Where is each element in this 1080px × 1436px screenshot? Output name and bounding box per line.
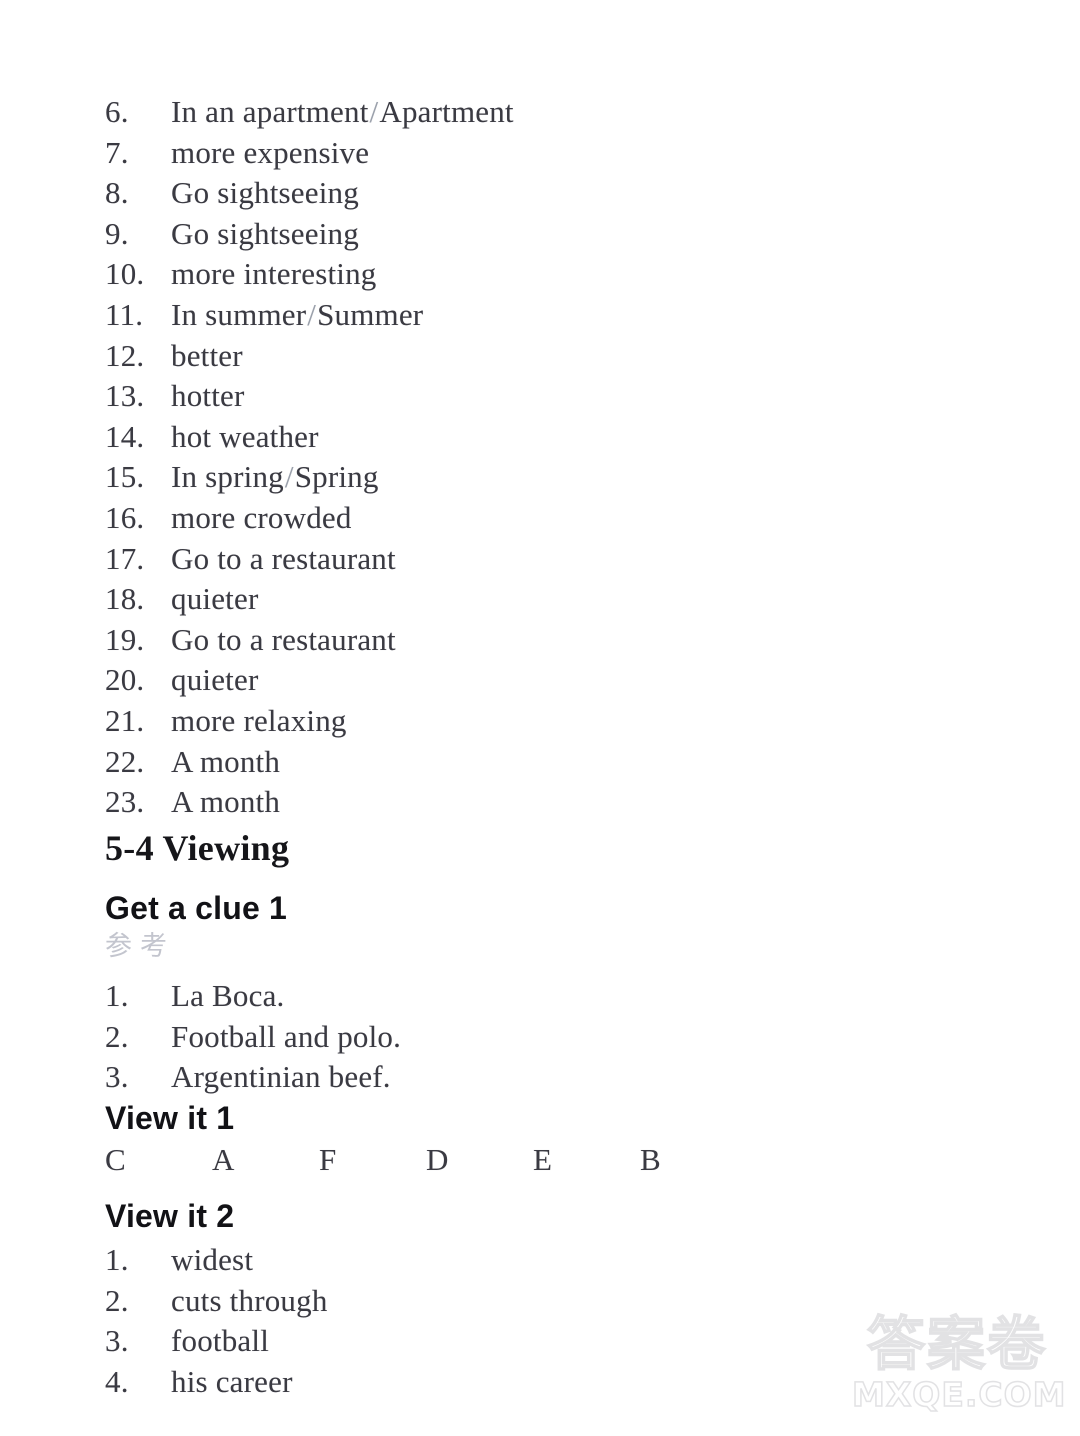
get-a-clue-answer-list: 1. La Boca. 2. Football and polo. 3. Argentin… [105, 976, 865, 1098]
answer-number: 11. [105, 296, 144, 332]
answer-number: 9. [105, 215, 129, 251]
answer-text: better [171, 337, 243, 373]
slash-separator: / [369, 94, 379, 129]
answer-text: cuts through [171, 1282, 328, 1318]
answer-row: 8. Go sightseeing [105, 173, 885, 214]
answer-row: 2. cuts through [105, 1281, 865, 1322]
answer-row: 1. La Boca. [105, 976, 865, 1017]
answer-text: Go to a restaurant [171, 540, 396, 576]
answer-number: 2. [105, 1018, 129, 1054]
answer-number: 7. [105, 134, 129, 170]
answer-text: Football and polo. [171, 1018, 402, 1054]
answer-row: 12. better [105, 336, 885, 377]
answer-text: his career [171, 1363, 293, 1399]
answer-text: more relaxing [171, 702, 347, 738]
watermark-domain-text: MXQE.COM [851, 1375, 1067, 1415]
answer-row: 17. Go to a restaurant [105, 539, 885, 580]
answer-text: Go to a restaurant [171, 621, 396, 657]
answer-row: 3. football [105, 1321, 865, 1362]
answer-text: hotter [171, 378, 245, 414]
subheading-get-a-clue-1: Get a clue 1 [105, 890, 288, 926]
watermark-cjk-text: 答案卷 [866, 1310, 1047, 1378]
answer-row: 23. A month [105, 782, 885, 823]
answer-number: 16. [105, 499, 145, 535]
answer-number: 10. [105, 256, 145, 292]
answer-row: 1. widest [105, 1240, 865, 1281]
answer-row: 13. hotter [105, 376, 885, 417]
answer-row: 10. more interesting [105, 254, 885, 295]
answer-number: 1. [105, 978, 129, 1013]
answer-number: 20. [105, 662, 145, 698]
subheading-view-it-2: View it 2 [105, 1198, 235, 1234]
answer-row: 9. Go sightseeing [105, 214, 885, 255]
section-heading-5-4-viewing: 5-4 Viewing [105, 828, 290, 868]
answer-number: 2. [105, 1282, 129, 1318]
answer-row: 22. A month [105, 742, 885, 783]
answer-row: 16. more crowded [105, 498, 885, 539]
answer-text: more interesting [171, 256, 377, 292]
slash-separator: / [307, 296, 317, 332]
answer-number: 22. [105, 743, 145, 779]
answer-text: widest [171, 1242, 254, 1277]
answer-text: Go sightseeing [171, 215, 359, 251]
answer-row: 20. quieter [105, 660, 885, 701]
answer-row: 3. Argentinian beef. [105, 1057, 865, 1098]
answer-number: 3. [105, 1059, 129, 1095]
answer-number: 3. [105, 1323, 129, 1359]
answer-text: Go sightseeing [171, 175, 359, 211]
answer-number: 14. [105, 418, 145, 454]
answer-row: 11. In summer/Summer [105, 295, 885, 336]
answer-row: 4. his career [105, 1362, 865, 1403]
view-it-1-letter: C [105, 1142, 126, 1177]
answer-number: 1. [105, 1242, 129, 1277]
answer-row: 6. In an apartment/Apartment [105, 92, 885, 133]
document-page: 6. In an apartment/Apartment 7. more expens… [0, 0, 1080, 1436]
answer-number: 12. [105, 337, 145, 373]
answer-number: 21. [105, 702, 145, 738]
get-a-clue-reference-note: 参考 [105, 931, 175, 962]
answer-text: hot weather [171, 418, 319, 454]
watermark: 答案卷 MXQE.COM [851, 1306, 1067, 1428]
answer-number: 8. [105, 175, 129, 211]
answer-number: 13. [105, 378, 145, 414]
view-it-1-letter: E [533, 1142, 552, 1177]
answer-text: Argentinian beef. [171, 1059, 391, 1095]
answer-row: 19. Go to a restaurant [105, 620, 885, 661]
view-it-2-answer-list: 1. widest 2. cuts through 3. football 4. his ca… [105, 1240, 865, 1402]
subheading-view-it-1: View it 1 [105, 1100, 235, 1136]
answer-row: 15. In spring/Spring [105, 457, 885, 498]
answer-text: La Boca. [171, 978, 285, 1013]
answer-text: football [171, 1323, 270, 1359]
answer-row: 21. more relaxing [105, 701, 885, 742]
answer-number: 19. [105, 621, 145, 657]
answer-text: quieter [171, 581, 259, 617]
view-it-1-letter: F [319, 1142, 337, 1177]
main-answer-list: 6. In an apartment/Apartment 7. more expens… [105, 92, 885, 823]
answer-number: 18. [105, 581, 145, 617]
answer-number: 23. [105, 784, 145, 820]
answer-text: In an apartment/Apartment [171, 94, 514, 129]
answer-row: 14. hot weather [105, 417, 885, 458]
answer-text: In spring/Spring [171, 459, 379, 495]
answer-number: 15. [105, 459, 145, 495]
answer-number: 17. [105, 540, 145, 576]
view-it-1-letter-answers: CAFDEB [105, 1140, 805, 1180]
answer-text: A month [171, 743, 281, 779]
answer-text: more expensive [171, 134, 370, 170]
slash-separator: / [284, 459, 294, 495]
answer-text: A month [171, 784, 281, 820]
answer-text: more crowded [171, 499, 352, 535]
answer-row: 2. Football and polo. [105, 1017, 865, 1058]
answer-row: 18. quieter [105, 579, 885, 620]
view-it-1-letter: D [426, 1142, 449, 1177]
answer-text: quieter [171, 662, 259, 698]
answer-row: 7. more expensive [105, 133, 885, 174]
answer-number: 6. [105, 94, 129, 129]
view-it-1-letter: B [640, 1142, 661, 1177]
answer-number: 4. [105, 1363, 129, 1399]
answer-text: In summer/Summer [171, 296, 424, 332]
view-it-1-letter: A [212, 1142, 235, 1177]
